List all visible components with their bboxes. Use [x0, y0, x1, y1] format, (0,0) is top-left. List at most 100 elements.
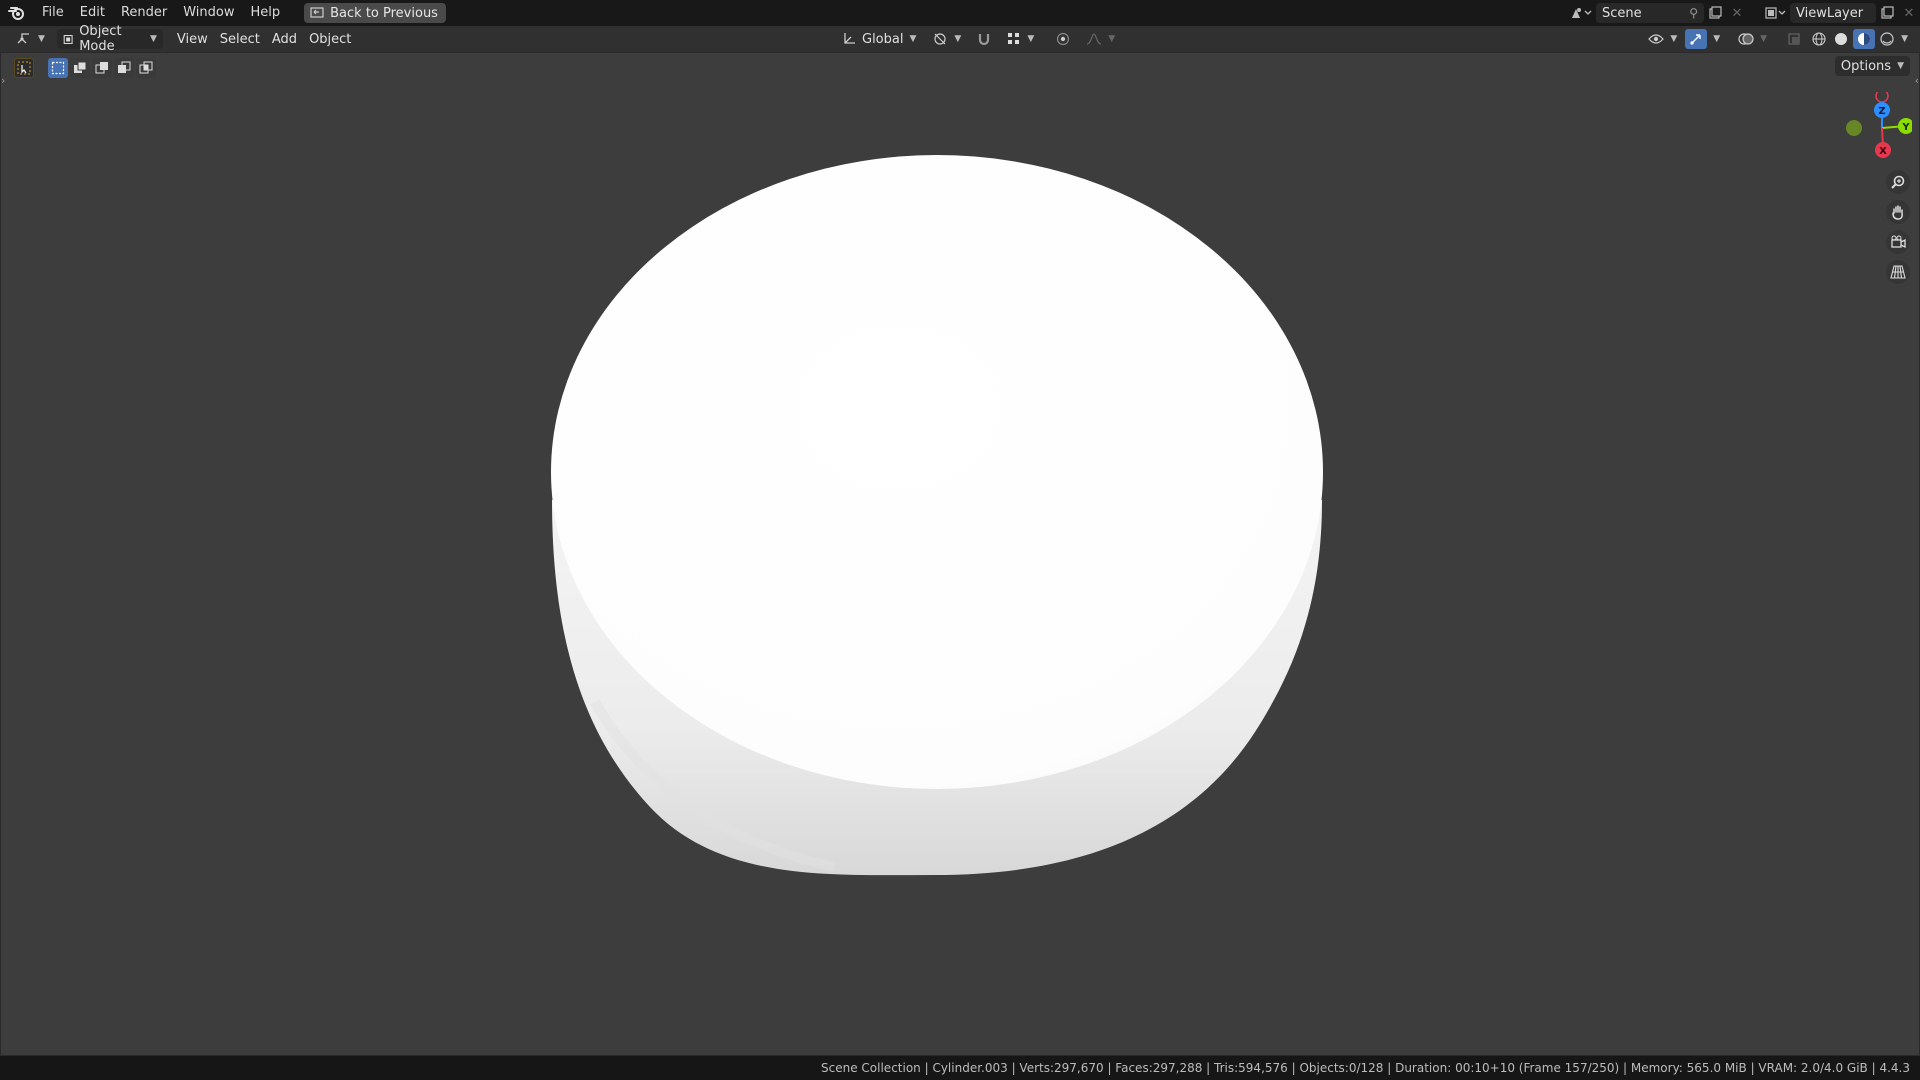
overlays-icon [1738, 33, 1754, 45]
menu-edit[interactable]: Edit [72, 2, 113, 24]
select-mode-subtract[interactable] [92, 58, 112, 78]
gizmo-neg-y-ball[interactable] [1846, 120, 1862, 136]
cylinder-side [552, 500, 1322, 876]
chevron-down-icon: ▼ [1027, 34, 1035, 44]
object-mode-label: Object Mode [79, 24, 122, 54]
solid-sphere-icon [1835, 33, 1848, 45]
select-mode-new[interactable] [48, 58, 68, 78]
scene-name-field[interactable]: Scene ⚲ [1596, 3, 1704, 23]
chevron-down-icon: ▼ [1713, 34, 1721, 44]
shading-solid-button[interactable] [1831, 29, 1851, 49]
gizmo-icon [1690, 34, 1701, 45]
pivot-point-icon [934, 33, 947, 45]
navigation-gizmo[interactable]: Z Y X [1822, 92, 1912, 172]
select-mode-difference[interactable] [114, 58, 134, 78]
remove-scene-icon[interactable]: ✕ [1726, 3, 1748, 23]
select-mode-extend[interactable] [70, 58, 90, 78]
magnifier-icon [1891, 175, 1905, 189]
falloff-curve-icon [1087, 33, 1102, 45]
cylinder-object [551, 155, 1323, 876]
menu-help[interactable]: Help [243, 2, 289, 24]
remove-view-layer-icon[interactable]: ✕ [1898, 3, 1920, 23]
shading-material-button[interactable] [1853, 29, 1876, 49]
select-tweak-tool[interactable] [14, 58, 34, 78]
material-sphere-icon [1858, 33, 1871, 45]
select-new-icon [51, 61, 65, 75]
rendered-sphere-icon [1880, 32, 1894, 46]
back-to-previous-label: Back to Previous [330, 5, 438, 21]
perspective-toggle-button[interactable] [1886, 260, 1910, 284]
transform-orientation-dropdown[interactable]: Global ▼ [836, 29, 922, 49]
options-dropdown[interactable]: Options ▼ [1834, 56, 1910, 76]
3d-viewport[interactable]: › ‹ Options ▼ Z Y X [0, 52, 1920, 1056]
scene-statistics: Scene Collection | Cylinder.003 | Verts:… [821, 1061, 1910, 1075]
transform-orientation-label: Global [862, 31, 904, 47]
pan-button[interactable] [1886, 200, 1910, 224]
gizmo-y-label: Y [1901, 122, 1910, 133]
scene-browser-icon[interactable] [1566, 3, 1596, 23]
shading-options-dropdown[interactable]: ▼ [1899, 29, 1910, 49]
sidebar-expand-arrow-icon[interactable]: ‹ [1915, 74, 1919, 87]
scene-name: Scene [1602, 5, 1642, 21]
menu-select[interactable]: Select [214, 29, 266, 49]
back-to-previous-button[interactable]: Back to Previous [304, 3, 446, 23]
snap-toggle[interactable] [971, 29, 997, 49]
view-layer-field[interactable]: ViewLayer [1790, 3, 1876, 23]
chevron-down-icon: ▼ [38, 34, 45, 44]
select-intersect-icon [139, 61, 153, 74]
chevron-down-icon: ▼ [150, 34, 157, 44]
xray-toggle[interactable] [1781, 29, 1807, 49]
cursor-arrow-icon [17, 61, 31, 75]
gizmo-neg-z-ball[interactable] [1875, 92, 1889, 103]
blender-logo-icon[interactable] [0, 0, 34, 26]
menu-file[interactable]: File [34, 2, 72, 24]
gizmo-toggle[interactable] [1685, 29, 1708, 49]
overlays-dropdown[interactable]: ▼ [1732, 29, 1773, 49]
chevron-down-icon: ▼ [1670, 34, 1678, 44]
view-layer-browser-icon[interactable] [1760, 3, 1790, 23]
gizmo-dropdown[interactable]: ▼ [1709, 29, 1724, 49]
gizmo-z-label: Z [1878, 106, 1885, 117]
viewport-header: ▼ Object Mode ▼ View Select Add Object G… [0, 24, 1920, 54]
magnet-icon [979, 34, 990, 46]
chevron-down-icon: ▼ [954, 34, 962, 44]
xray-icon [1788, 33, 1800, 45]
menu-object[interactable]: Object [303, 29, 357, 49]
object-mode-dropdown[interactable]: Object Mode ▼ [56, 24, 163, 54]
selection-mode-toolbar [14, 58, 156, 80]
proportional-editing-toggle[interactable] [1050, 29, 1076, 49]
camera-view-button[interactable] [1886, 230, 1910, 254]
view-layer-name: ViewLayer [1796, 5, 1864, 21]
menu-render[interactable]: Render [113, 2, 175, 24]
3d-viewport-icon [17, 33, 29, 44]
screen-back-icon [310, 7, 324, 18]
snap-increment-icon [1008, 33, 1020, 44]
snap-target-dropdown[interactable]: ▼ [1001, 29, 1040, 49]
new-scene-icon[interactable] [1704, 3, 1726, 23]
pivot-point-dropdown[interactable]: ▼ [926, 29, 967, 49]
editor-type-dropdown[interactable]: ▼ [10, 29, 51, 49]
status-bar: Scene Collection | Cylinder.003 | Verts:… [0, 1056, 1920, 1080]
wireframe-sphere-icon [1812, 32, 1826, 46]
shading-rendered-button[interactable] [1877, 29, 1897, 49]
menu-window[interactable]: Window [175, 2, 242, 24]
options-label: Options [1840, 58, 1892, 74]
orientation-global-icon [844, 33, 855, 44]
menu-view[interactable]: View [171, 29, 214, 49]
chevron-down-icon: ▼ [1760, 34, 1768, 44]
zoom-button[interactable] [1886, 170, 1910, 194]
top-menu-bar: File Edit Render Window Help Back to Pre… [0, 0, 1920, 26]
proportional-falloff-dropdown[interactable]: ▼ [1080, 29, 1121, 49]
menu-add[interactable]: Add [266, 29, 303, 49]
hand-icon [1892, 205, 1903, 220]
pin-icon[interactable]: ⚲ [1689, 6, 1698, 20]
shading-wireframe-button[interactable] [1809, 29, 1829, 49]
toolbar-expand-arrow-icon[interactable]: › [1, 74, 5, 87]
select-extend-icon [74, 61, 87, 73]
select-subtract-icon [95, 62, 108, 74]
gizmo-x-label: X [1879, 146, 1887, 157]
eye-icon [1648, 34, 1665, 44]
visibility-dropdown[interactable]: ▼ [1642, 29, 1683, 49]
new-view-layer-icon[interactable] [1876, 3, 1898, 23]
select-mode-intersect[interactable] [136, 58, 156, 78]
